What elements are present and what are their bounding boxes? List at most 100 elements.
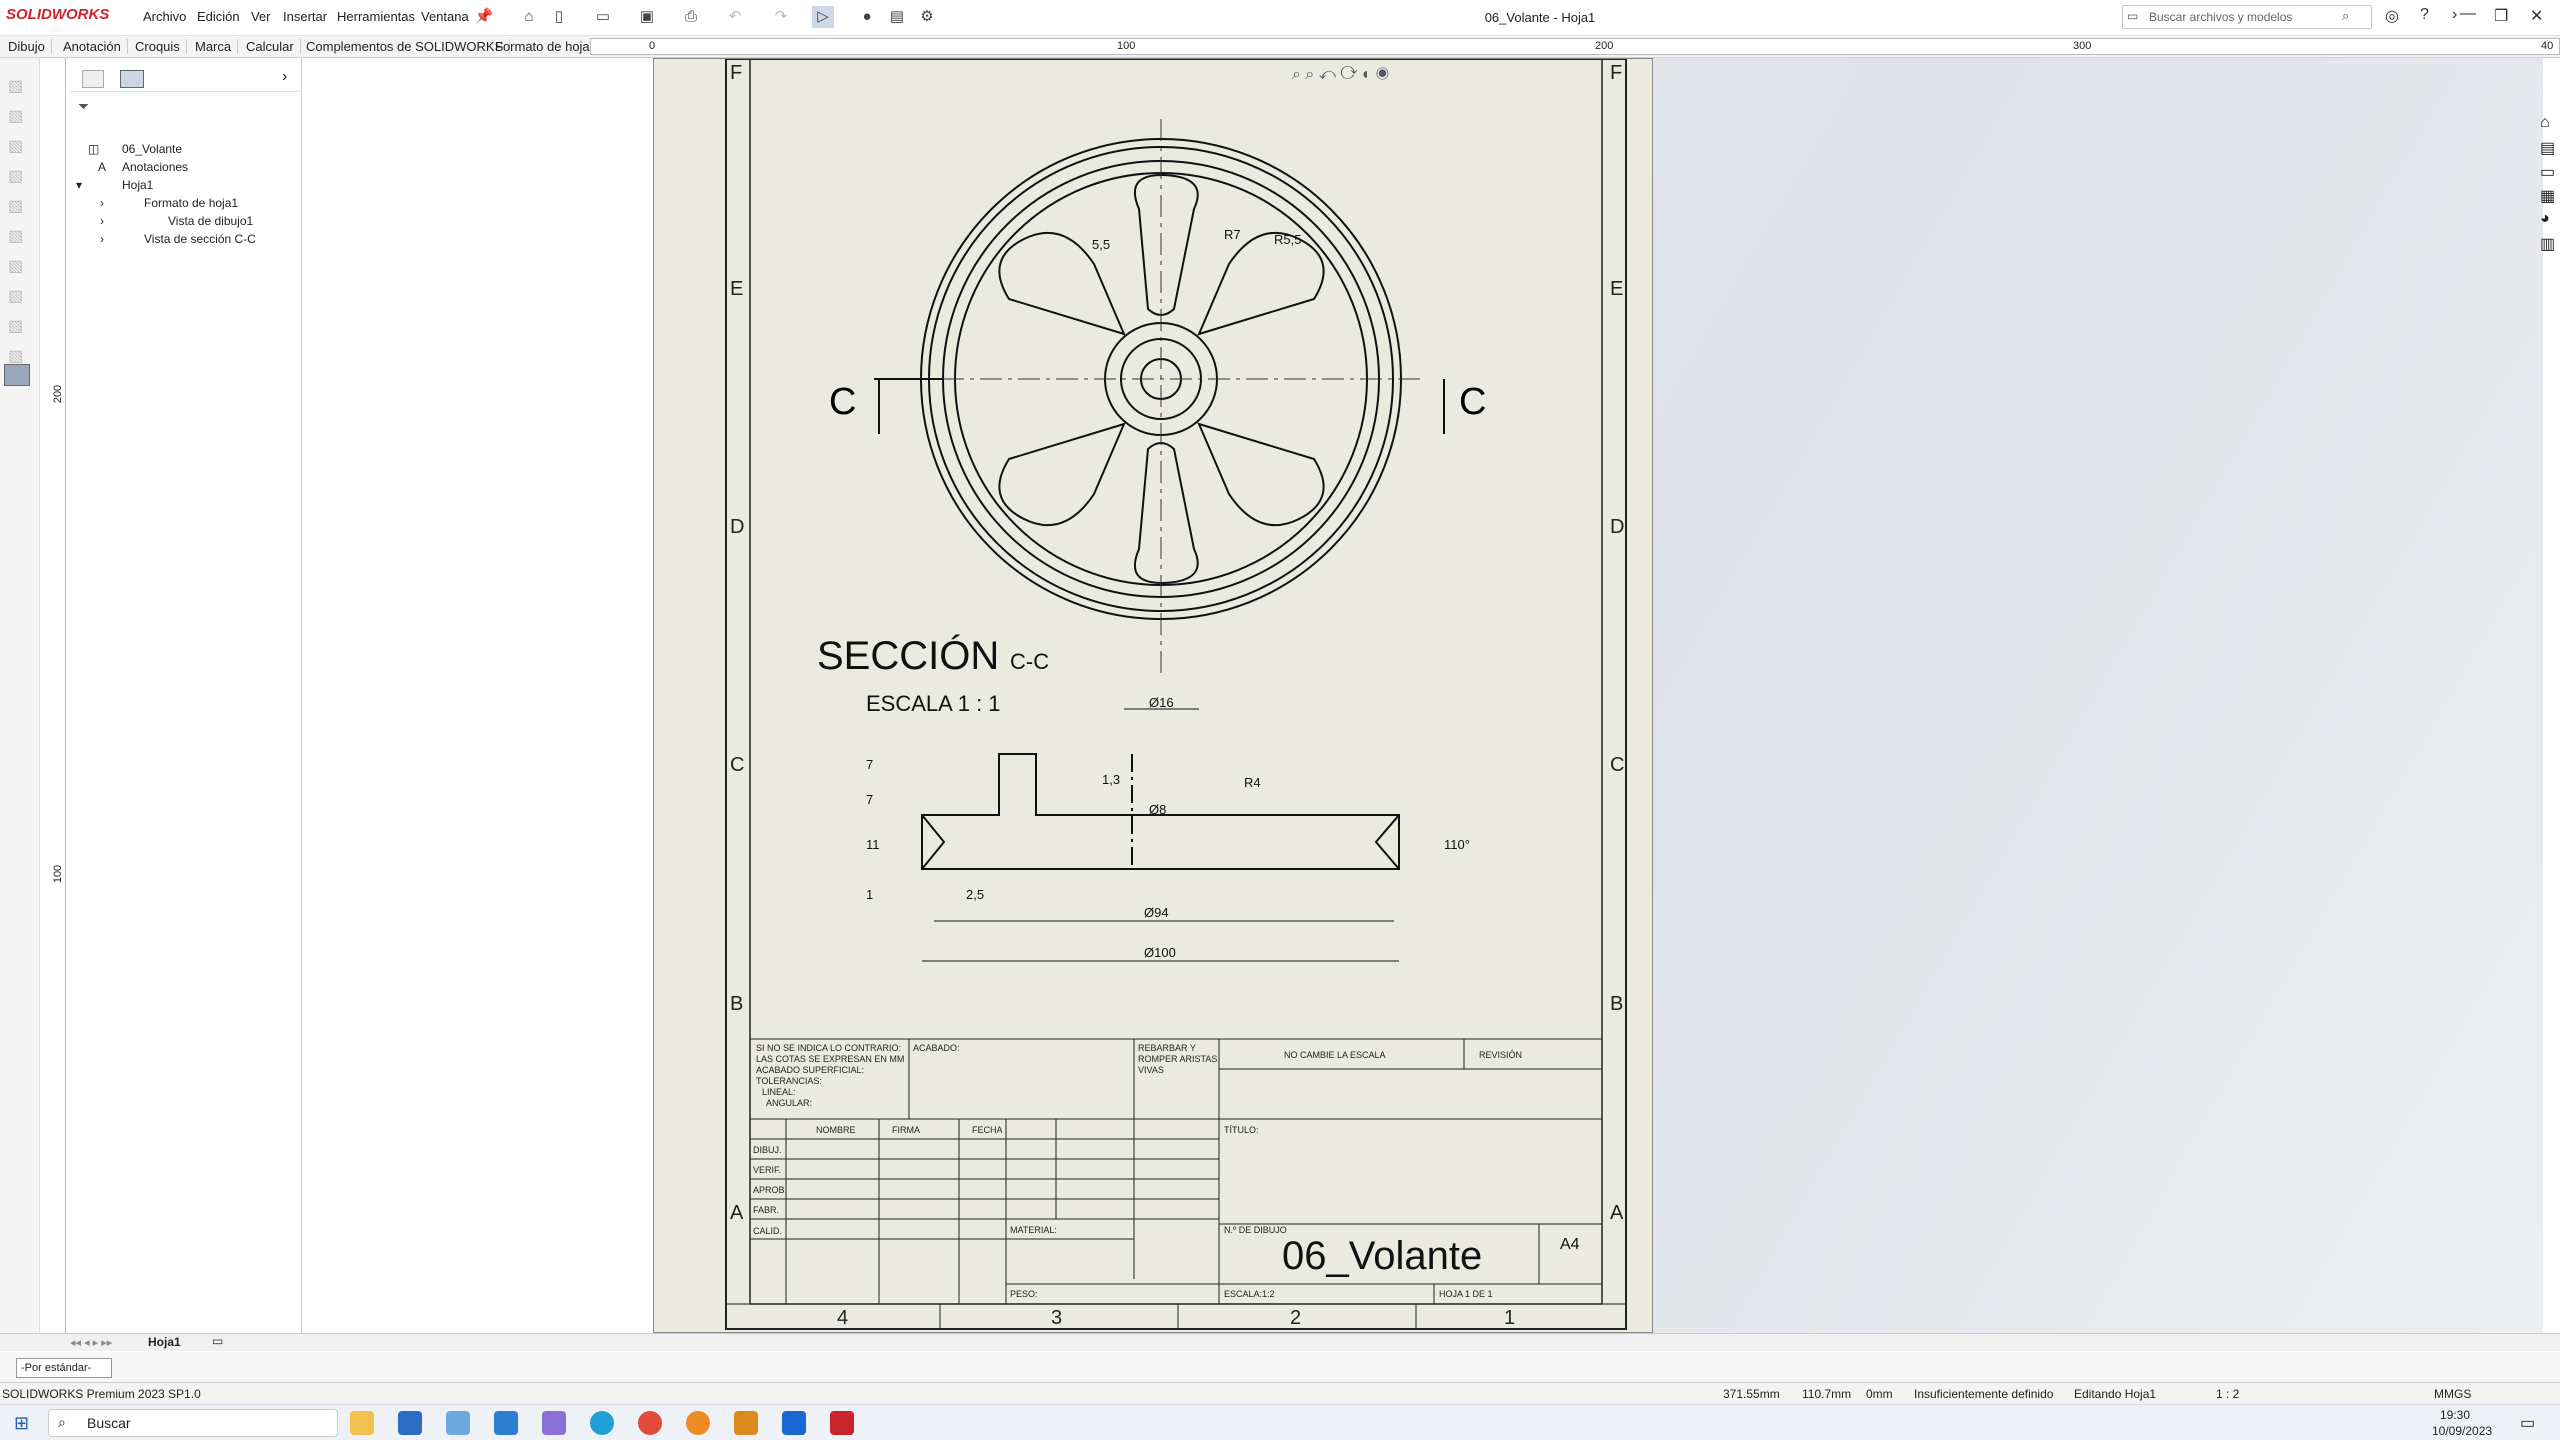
- library-icon[interactable]: ▤: [2540, 138, 2555, 158]
- tb-row: FABR.: [753, 1205, 779, 1215]
- store-icon[interactable]: [398, 1411, 422, 1435]
- tool-icon[interactable]: ▧: [8, 136, 23, 156]
- tree-item-anotaciones[interactable]: Anotaciones: [122, 160, 188, 174]
- search-icon[interactable]: ⌕: [2342, 8, 2349, 24]
- options-chevron-icon[interactable]: ›: [2452, 6, 2457, 24]
- expand-icon[interactable]: ›: [100, 196, 104, 210]
- tab-calcular[interactable]: Calcular: [240, 39, 301, 54]
- rotate-icon[interactable]: ⟳: [1340, 66, 1357, 83]
- app-icon[interactable]: [542, 1411, 566, 1435]
- home-icon[interactable]: ⌂: [518, 6, 540, 28]
- print-icon[interactable]: ⎙: [680, 6, 702, 28]
- menu-ventana[interactable]: Ventana: [421, 9, 469, 24]
- help-icon[interactable]: ?: [2420, 6, 2429, 24]
- traffic-light-icon[interactable]: ●: [856, 6, 878, 28]
- tree-item-vista-dibujo[interactable]: Vista de dibujo1: [168, 214, 253, 228]
- tool-icon[interactable]: ▧: [8, 226, 23, 246]
- menu-ver[interactable]: Ver: [251, 9, 271, 24]
- tree-item-formato[interactable]: Formato de hoja1: [144, 196, 238, 210]
- expand-icon[interactable]: ›: [100, 214, 104, 228]
- chrome-icon[interactable]: [638, 1411, 662, 1435]
- tab-marca[interactable]: Marca: [189, 39, 239, 54]
- new-document-icon[interactable]: ▯: [548, 6, 570, 28]
- tool-icon[interactable]: ▧: [8, 256, 23, 276]
- property-tab-icon[interactable]: [120, 70, 144, 88]
- menu-archivo[interactable]: Archivo: [143, 9, 186, 24]
- select-icon[interactable]: ▷: [812, 6, 834, 28]
- product-version: SOLIDWORKS Premium 2023 SP1.0: [2, 1387, 201, 1401]
- file-properties-icon[interactable]: ▤: [886, 6, 908, 28]
- rebuild-tool-icon[interactable]: [4, 364, 30, 386]
- appearance-icon[interactable]: ◉: [1376, 66, 1389, 83]
- tool-icon[interactable]: ▧: [8, 286, 23, 306]
- undo-icon[interactable]: ↶: [724, 6, 746, 28]
- options-gear-icon[interactable]: ⚙: [916, 6, 938, 28]
- mail-icon[interactable]: [494, 1411, 518, 1435]
- expand-icon[interactable]: ›: [100, 232, 104, 246]
- tool-icon[interactable]: ▧: [8, 316, 23, 336]
- solidworks-taskbar-icon[interactable]: [830, 1411, 854, 1435]
- collapse-icon[interactable]: ▾: [76, 178, 82, 192]
- pin-icon[interactable]: 📌: [473, 6, 495, 28]
- sheet-nav-icon[interactable]: ◂◂ ◂ ▸ ▸▸: [70, 1336, 112, 1349]
- tool-icon[interactable]: ▧: [8, 76, 23, 96]
- sheet-tab-hoja1[interactable]: Hoja1: [148, 1335, 181, 1349]
- filter-icon[interactable]: ⏷: [78, 98, 89, 115]
- tab-complementos[interactable]: Complementos de SOLIDWORKS: [300, 39, 511, 54]
- clock-date[interactable]: 10/09/2023: [2432, 1424, 2492, 1438]
- standard-select[interactable]: -Por estándar-: [16, 1358, 112, 1378]
- tool-icon[interactable]: ▧: [8, 346, 23, 366]
- ruler-label: 0: [649, 40, 656, 52]
- tool-icon[interactable]: ▧: [8, 166, 23, 186]
- restore-icon[interactable]: ❐: [2494, 6, 2508, 26]
- zone-letter: E: [1610, 278, 1623, 300]
- ruler-label: 200: [1595, 40, 1614, 52]
- unit-system[interactable]: MMGS: [2434, 1387, 2471, 1401]
- expand-chevron-icon[interactable]: ›: [282, 68, 287, 86]
- outlook-icon[interactable]: [782, 1411, 806, 1435]
- tool-icon[interactable]: ▧: [8, 196, 23, 216]
- custom-properties-icon[interactable]: ▥: [2540, 234, 2555, 254]
- drawing-sheet[interactable]: F F E E D D C C B B A A 4 3 2 1 C C 5,5 …: [653, 58, 1653, 1333]
- tab-croquis[interactable]: Croquis: [129, 39, 187, 54]
- menu-insertar[interactable]: Insertar: [283, 9, 327, 24]
- firefox-icon[interactable]: [686, 1411, 710, 1435]
- notifications-icon[interactable]: ▭: [2520, 1413, 2535, 1433]
- display-icon[interactable]: ◐: [1362, 66, 1372, 83]
- file-explorer-icon[interactable]: ▭: [2540, 162, 2555, 182]
- solidworks-logo: SOLIDWORKS: [6, 6, 110, 23]
- taskbar-search[interactable]: Buscar: [48, 1409, 338, 1437]
- account-icon[interactable]: ◎: [2385, 6, 2399, 26]
- menu-edicion[interactable]: Edición: [197, 9, 240, 24]
- appearances-icon[interactable]: ◕: [2540, 210, 2550, 228]
- tree-root[interactable]: 06_Volante: [122, 142, 182, 156]
- home-icon[interactable]: ⌂: [2540, 114, 2550, 132]
- feature-tree-tab-icon[interactable]: [82, 70, 104, 88]
- edge-icon[interactable]: [590, 1411, 614, 1435]
- minimize-icon[interactable]: —: [2460, 5, 2476, 23]
- save-icon[interactable]: ▣: [636, 6, 658, 28]
- clock-time[interactable]: 19:30: [2440, 1408, 2470, 1422]
- tool-icon[interactable]: ▧: [8, 106, 23, 126]
- file-explorer-icon[interactable]: [350, 1411, 374, 1435]
- open-folder-icon[interactable]: ▭: [592, 6, 614, 28]
- start-icon[interactable]: ⊞: [14, 1413, 29, 1434]
- previous-view-icon[interactable]: ↶: [1319, 66, 1336, 83]
- view-palette-icon[interactable]: ▦: [2540, 186, 2555, 206]
- zoom-area-icon[interactable]: ⌕: [1305, 66, 1314, 83]
- search-input[interactable]: Buscar archivos y modelos: [2122, 5, 2372, 29]
- app-icon[interactable]: [734, 1411, 758, 1435]
- tb-row: CALID.: [753, 1226, 782, 1236]
- add-sheet-icon[interactable]: ▭: [212, 1334, 223, 1348]
- tab-anotacion[interactable]: Anotación: [57, 39, 128, 54]
- tab-dibujo[interactable]: Dibujo: [2, 39, 52, 54]
- redo-icon[interactable]: ↷: [770, 6, 792, 28]
- tab-formato-hoja[interactable]: Formato de hoja: [489, 39, 597, 54]
- sheet-scale[interactable]: 1 : 2: [2216, 1387, 2239, 1401]
- tree-item-vista-seccion[interactable]: Vista de sección C-C: [144, 232, 256, 246]
- tree-item-hoja1[interactable]: Hoja1: [122, 178, 153, 192]
- menu-herramientas[interactable]: Herramientas: [337, 9, 415, 24]
- close-icon[interactable]: ✕: [2530, 6, 2543, 26]
- zoom-fit-icon[interactable]: ⌕: [1292, 66, 1301, 83]
- photos-icon[interactable]: [446, 1411, 470, 1435]
